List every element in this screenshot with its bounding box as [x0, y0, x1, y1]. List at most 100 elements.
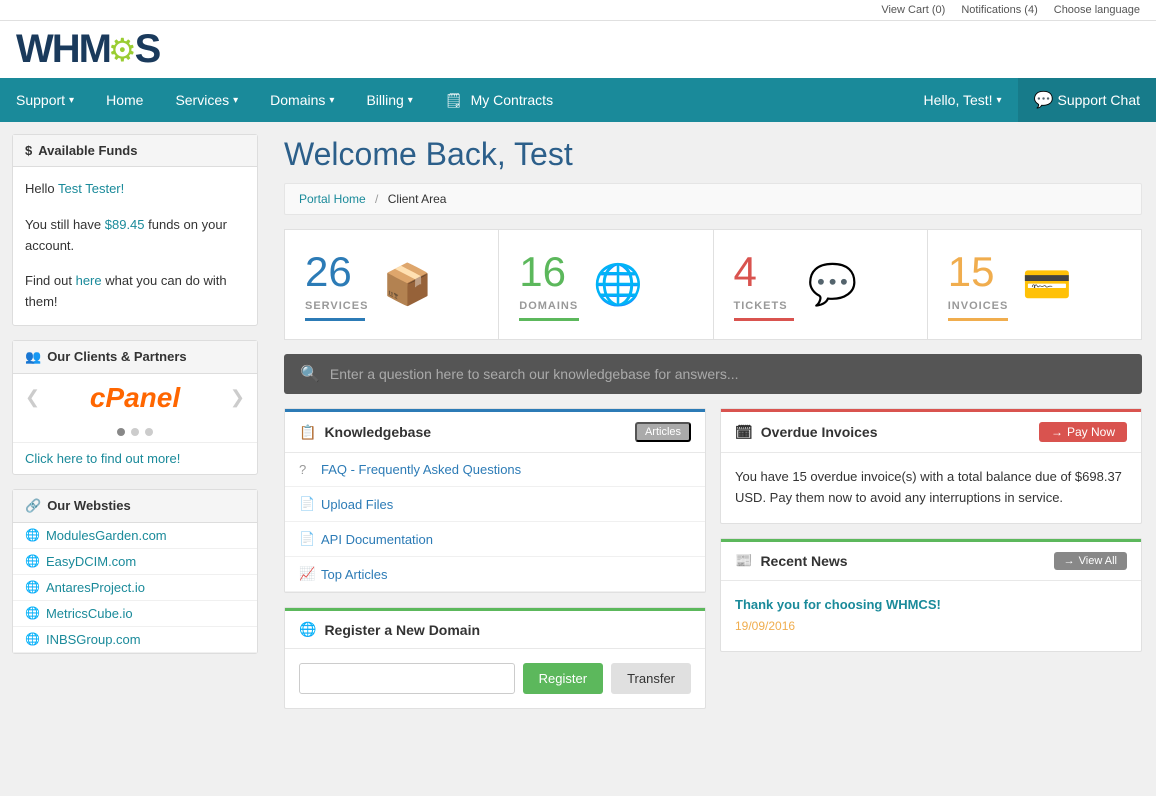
logo-text-before: WHM [16, 27, 110, 72]
api-icon: 📄 [299, 531, 313, 547]
partners-dots [13, 422, 257, 442]
nav-item-contracts[interactable]: 🗒 My Contracts [429, 80, 569, 121]
nav-item-support[interactable]: Support ▾ [0, 80, 90, 120]
invoice-icon: 🗓 [735, 424, 753, 441]
available-funds-card: $ Available Funds Hello Test Tester! You… [12, 134, 258, 326]
transfer-button[interactable]: Transfer [611, 663, 691, 694]
website-item-2[interactable]: 🌐 EasyDCIM.com [13, 549, 257, 575]
nav-item-domains[interactable]: Domains ▾ [254, 80, 350, 120]
arrow-right-icon: → [1051, 425, 1063, 439]
prev-partner-button[interactable]: ❮ [25, 387, 40, 408]
kb-item-faq[interactable]: ? FAQ - Frequently Asked Questions [285, 453, 705, 487]
news-item-title[interactable]: Thank you for choosing WHMCS! [735, 595, 1127, 616]
nav-item-billing[interactable]: Billing ▾ [350, 80, 428, 120]
partners-nav: ❮ cPanel ❯ [13, 374, 257, 422]
funds-amount-link[interactable]: $89.45 [105, 217, 145, 232]
pay-now-button[interactable]: → Pay Now [1039, 422, 1127, 442]
domains-icon: 🌐 [593, 261, 643, 308]
website-item-5[interactable]: 🌐 INBSGroup.com [13, 627, 257, 653]
contracts-icon: 🗒 [445, 92, 463, 109]
top-bar: View Cart (0) Notifications (4) Choose l… [0, 0, 1156, 21]
kb-item-upload[interactable]: 📄 Upload Files [285, 487, 705, 522]
stat-domains-label: DOMAINS [519, 300, 579, 312]
nav-item-home[interactable]: Home [90, 80, 159, 120]
website-item-4[interactable]: 🌐 MetricsCube.io [13, 601, 257, 627]
stat-domains[interactable]: 16 DOMAINS 🌐 [499, 230, 713, 339]
register-header-left: 🌐 Register a New Domain [299, 621, 480, 638]
invoices-icon: 💳 [1022, 261, 1072, 308]
header: WHM ⚙ S [0, 21, 1156, 78]
top-bar-right: View Cart (0) Notifications (4) Choose l… [881, 4, 1140, 16]
news-body: Thank you for choosing WHMCS! 19/09/2016 [721, 581, 1141, 651]
stat-services[interactable]: 26 SERVICES 📦 [285, 230, 499, 339]
news-icon: 📰 [735, 552, 752, 569]
website-item-3[interactable]: 🌐 AntaresProject.io [13, 575, 257, 601]
stat-domains-number: 16 [519, 248, 579, 296]
stat-tickets-bar [734, 318, 794, 321]
language-link[interactable]: Choose language [1054, 4, 1140, 16]
logo-gear-icon: ⚙ [108, 31, 137, 69]
username-link[interactable]: Test Tester! [58, 181, 124, 196]
stat-services-bar [305, 318, 365, 321]
available-funds-body: Hello Test Tester! You still have $89.45… [13, 167, 257, 325]
breadcrumb-sep: / [375, 192, 378, 206]
navigation: Support ▾ Home Services ▾ Domains ▾ Bill… [0, 78, 1156, 122]
sidebar: $ Available Funds Hello Test Tester! You… [0, 122, 270, 737]
tickets-icon: 💬 [808, 261, 858, 308]
view-all-button[interactable]: → View All [1054, 552, 1127, 570]
partners-link[interactable]: Click here to find out more! [13, 442, 257, 474]
news-header: 📰 Recent News → View All [721, 539, 1141, 581]
register-button[interactable]: Register [523, 663, 603, 694]
logo-text-after: S [135, 27, 160, 72]
stat-invoices-data: 15 INVOICES [948, 248, 1009, 321]
stat-tickets-number: 4 [734, 248, 794, 296]
globe-icon: 🌐 [25, 632, 40, 646]
stat-tickets[interactable]: 4 TICKETS 💬 [714, 230, 928, 339]
cart-link[interactable]: View Cart (0) [881, 4, 945, 16]
nav-right: Hello, Test! ▾ 💬 Support Chat [908, 78, 1156, 122]
news-header-left: 📰 Recent News [735, 552, 848, 569]
next-partner-button[interactable]: ❯ [230, 387, 245, 408]
here-link[interactable]: here [76, 273, 102, 288]
articles-badge[interactable]: Articles [635, 422, 691, 442]
dot-3 [145, 428, 153, 436]
services-icon: 📦 [382, 261, 432, 308]
partners-header: 👥 Our Clients & Partners [13, 341, 257, 374]
overdue-body: You have 15 overdue invoice(s) with a to… [721, 453, 1141, 523]
stat-invoices[interactable]: 15 INVOICES 💳 [928, 230, 1141, 339]
logo[interactable]: WHM ⚙ S [16, 27, 159, 72]
nav-item-services[interactable]: Services ▾ [159, 80, 254, 120]
greeting-text: Hello Test Tester! [25, 179, 245, 200]
globe-icon: 🌐 [25, 554, 40, 568]
domain-icon: 🌐 [299, 621, 316, 638]
register-domain-header: 🌐 Register a New Domain [285, 608, 705, 649]
chevron-down-icon: ▾ [233, 95, 238, 106]
breadcrumb: Portal Home / Client Area [284, 183, 1142, 215]
col-left: 📋 Knowledgebase Articles ? FAQ - Frequen… [284, 408, 706, 723]
register-domain-card: 🌐 Register a New Domain Register Transfe… [284, 607, 706, 709]
globe-icon: 🌐 [25, 580, 40, 594]
nav-item-support-chat[interactable]: 💬 Support Chat [1018, 78, 1156, 122]
overdue-message: You have 15 overdue invoice(s) with a to… [735, 467, 1127, 509]
domain-input[interactable] [299, 663, 515, 694]
breadcrumb-portal[interactable]: Portal Home [299, 192, 366, 206]
overdue-card: 🗓 Overdue Invoices → Pay Now You have 15… [720, 408, 1142, 524]
search-icon: 🔍 [300, 364, 320, 384]
page-title: Welcome Back, Test [284, 136, 1142, 173]
nav-item-user[interactable]: Hello, Test! ▾ [908, 80, 1018, 120]
main-layout: $ Available Funds Hello Test Tester! You… [0, 122, 1156, 737]
dot-2 [131, 428, 139, 436]
website-item-1[interactable]: 🌐 ModulesGarden.com [13, 523, 257, 549]
kb-item-top[interactable]: 📈 Top Articles [285, 557, 705, 592]
partners-icon: 👥 [25, 349, 41, 365]
stat-domains-data: 16 DOMAINS [519, 248, 579, 321]
kb-item-api[interactable]: 📄 API Documentation [285, 522, 705, 557]
stat-invoices-label: INVOICES [948, 300, 1009, 312]
question-icon: ? [299, 462, 313, 477]
notifications-link[interactable]: Notifications (4) [961, 4, 1037, 16]
chevron-down-icon: ▾ [408, 95, 413, 106]
search-bar: 🔍 [284, 354, 1142, 394]
search-input[interactable] [330, 366, 1126, 382]
stat-invoices-number: 15 [948, 248, 1009, 296]
chevron-down-icon: ▾ [329, 95, 334, 106]
